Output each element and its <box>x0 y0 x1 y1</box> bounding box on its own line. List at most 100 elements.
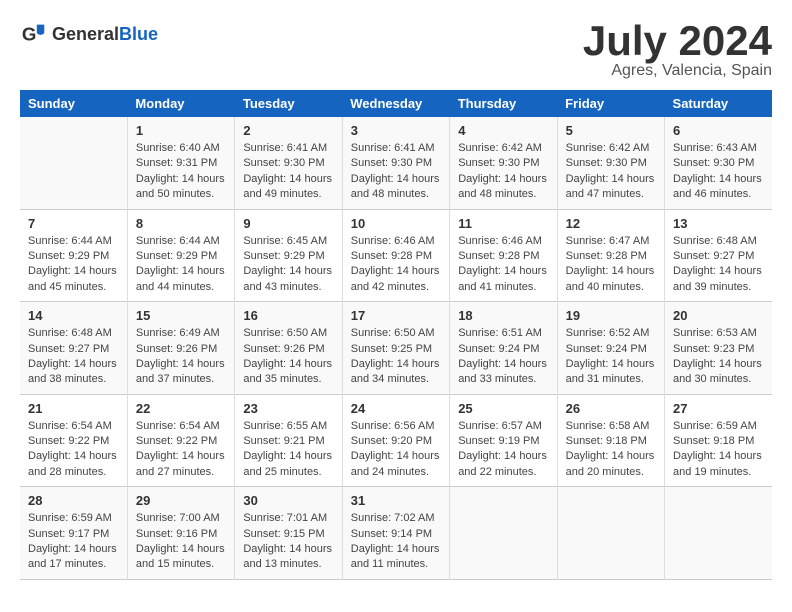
day-number: 30 <box>243 493 333 508</box>
logo-icon: G <box>20 20 48 48</box>
day-info: Sunrise: 7:00 AM Sunset: 9:16 PM Dayligh… <box>136 511 226 573</box>
day-header-monday: Monday <box>127 90 234 117</box>
day-info: Sunrise: 6:47 AM Sunset: 9:28 PM Dayligh… <box>566 234 656 296</box>
header-row: SundayMondayTuesdayWednesdayThursdayFrid… <box>20 90 772 117</box>
calendar-cell: 12 Sunrise: 6:47 AM Sunset: 9:28 PM Dayli… <box>557 209 664 302</box>
calendar-cell: 9 Sunrise: 6:45 AM Sunset: 9:29 PM Daylig… <box>235 209 342 302</box>
day-info: Sunrise: 6:49 AM Sunset: 9:26 PM Dayligh… <box>136 326 226 388</box>
day-info: Sunrise: 7:02 AM Sunset: 9:14 PM Dayligh… <box>351 511 441 573</box>
calendar-cell: 26Sunrise: 6:58 AM Sunset: 9:18 PM Dayli… <box>557 394 664 487</box>
day-info: Sunrise: 6:48 AM Sunset: 9:27 PM Dayligh… <box>28 326 119 388</box>
calendar-cell <box>20 117 127 209</box>
calendar-cell: 20 Sunrise: 6:53 AM Sunset: 9:23 PM Dayli… <box>665 302 772 395</box>
day-number: 22 <box>136 401 226 416</box>
day-number: 21 <box>28 401 119 416</box>
calendar-cell: 15 Sunrise: 6:49 AM Sunset: 9:26 PM Dayli… <box>127 302 234 395</box>
day-info: Sunrise: 6:52 AM Sunset: 9:24 PM Dayligh… <box>566 326 656 388</box>
day-info: Sunrise: 6:40 AM Sunset: 9:31 PM Dayligh… <box>136 141 226 203</box>
day-header-friday: Friday <box>557 90 664 117</box>
day-number: 5 <box>566 123 656 138</box>
day-info: Sunrise: 6:53 AM Sunset: 9:23 PM Dayligh… <box>673 326 764 388</box>
day-info: Sunrise: 6:46 AM Sunset: 9:28 PM Dayligh… <box>458 234 548 296</box>
day-number: 24 <box>351 401 441 416</box>
day-number: 4 <box>458 123 548 138</box>
day-info: Sunrise: 6:42 AM Sunset: 9:30 PM Dayligh… <box>458 141 548 203</box>
calendar-cell: 24Sunrise: 6:56 AM Sunset: 9:20 PM Dayli… <box>342 394 449 487</box>
day-info: Sunrise: 6:41 AM Sunset: 9:30 PM Dayligh… <box>351 141 441 203</box>
day-number: 11 <box>458 216 548 231</box>
day-number: 10 <box>351 216 441 231</box>
day-number: 18 <box>458 308 548 323</box>
day-number: 31 <box>351 493 441 508</box>
day-number: 7 <box>28 216 119 231</box>
day-header-saturday: Saturday <box>665 90 772 117</box>
calendar-cell <box>557 487 664 580</box>
day-number: 23 <box>243 401 333 416</box>
day-number: 8 <box>136 216 226 231</box>
calendar-cell: 28 Sunrise: 6:59 AM Sunset: 9:17 PM Dayli… <box>20 487 127 580</box>
day-number: 12 <box>566 216 656 231</box>
calendar-cell: 16 Sunrise: 6:50 AM Sunset: 9:26 PM Dayli… <box>235 302 342 395</box>
calendar-cell: 18Sunrise: 6:51 AM Sunset: 9:24 PM Dayli… <box>450 302 557 395</box>
calendar-cell: 27 Sunrise: 6:59 AM Sunset: 9:18 PM Dayli… <box>665 394 772 487</box>
day-number: 9 <box>243 216 333 231</box>
location-subtitle: Agres, Valencia, Spain <box>583 62 772 80</box>
logo-general: General <box>52 24 119 44</box>
day-info: Sunrise: 6:44 AM Sunset: 9:29 PM Dayligh… <box>28 234 119 296</box>
calendar-cell: 23Sunrise: 6:55 AM Sunset: 9:21 PM Dayli… <box>235 394 342 487</box>
page-header: G GeneralBlue July 2024 Agres, Valencia,… <box>20 20 772 80</box>
day-info: Sunrise: 6:54 AM Sunset: 9:22 PM Dayligh… <box>28 419 119 481</box>
calendar-cell: 30Sunrise: 7:01 AM Sunset: 9:15 PM Dayli… <box>235 487 342 580</box>
calendar-cell: 31 Sunrise: 7:02 AM Sunset: 9:14 PM Dayli… <box>342 487 449 580</box>
day-info: Sunrise: 6:50 AM Sunset: 9:26 PM Dayligh… <box>243 326 333 388</box>
day-number: 17 <box>351 308 441 323</box>
day-info: Sunrise: 6:43 AM Sunset: 9:30 PM Dayligh… <box>673 141 764 203</box>
calendar-cell: 22Sunrise: 6:54 AM Sunset: 9:22 PM Dayli… <box>127 394 234 487</box>
day-info: Sunrise: 6:41 AM Sunset: 9:30 PM Dayligh… <box>243 141 333 203</box>
day-number: 1 <box>136 123 226 138</box>
calendar-cell: 13 Sunrise: 6:48 AM Sunset: 9:27 PM Dayli… <box>665 209 772 302</box>
calendar-cell: 4 Sunrise: 6:42 AM Sunset: 9:30 PM Daylig… <box>450 117 557 209</box>
calendar-cell: 19 Sunrise: 6:52 AM Sunset: 9:24 PM Dayli… <box>557 302 664 395</box>
week-row: 14 Sunrise: 6:48 AM Sunset: 9:27 PM Dayli… <box>20 302 772 395</box>
day-number: 26 <box>566 401 656 416</box>
calendar-cell <box>450 487 557 580</box>
day-info: Sunrise: 6:50 AM Sunset: 9:25 PM Dayligh… <box>351 326 441 388</box>
day-number: 20 <box>673 308 764 323</box>
day-info: Sunrise: 6:45 AM Sunset: 9:29 PM Dayligh… <box>243 234 333 296</box>
day-number: 19 <box>566 308 656 323</box>
day-number: 14 <box>28 308 119 323</box>
svg-text:G: G <box>22 24 37 45</box>
day-info: Sunrise: 6:57 AM Sunset: 9:19 PM Dayligh… <box>458 419 548 481</box>
day-number: 13 <box>673 216 764 231</box>
day-info: Sunrise: 6:46 AM Sunset: 9:28 PM Dayligh… <box>351 234 441 296</box>
calendar-cell: 8Sunrise: 6:44 AM Sunset: 9:29 PM Daylig… <box>127 209 234 302</box>
day-number: 28 <box>28 493 119 508</box>
day-info: Sunrise: 6:59 AM Sunset: 9:18 PM Dayligh… <box>673 419 764 481</box>
calendar-cell: 1 Sunrise: 6:40 AM Sunset: 9:31 PM Daylig… <box>127 117 234 209</box>
logo-text: GeneralBlue <box>52 24 158 45</box>
day-number: 27 <box>673 401 764 416</box>
day-number: 2 <box>243 123 333 138</box>
week-row: 1 Sunrise: 6:40 AM Sunset: 9:31 PM Daylig… <box>20 117 772 209</box>
calendar-cell: 3 Sunrise: 6:41 AM Sunset: 9:30 PM Daylig… <box>342 117 449 209</box>
day-number: 16 <box>243 308 333 323</box>
day-info: Sunrise: 6:59 AM Sunset: 9:17 PM Dayligh… <box>28 511 119 573</box>
title-area: July 2024 Agres, Valencia, Spain <box>583 20 772 80</box>
day-info: Sunrise: 6:42 AM Sunset: 9:30 PM Dayligh… <box>566 141 656 203</box>
day-number: 6 <box>673 123 764 138</box>
week-row: 7 Sunrise: 6:44 AM Sunset: 9:29 PM Daylig… <box>20 209 772 302</box>
month-year-title: July 2024 <box>583 20 772 62</box>
calendar-cell: 14 Sunrise: 6:48 AM Sunset: 9:27 PM Dayli… <box>20 302 127 395</box>
calendar-cell: 21 Sunrise: 6:54 AM Sunset: 9:22 PM Dayli… <box>20 394 127 487</box>
day-header-tuesday: Tuesday <box>235 90 342 117</box>
day-header-sunday: Sunday <box>20 90 127 117</box>
day-number: 15 <box>136 308 226 323</box>
calendar-cell: 2 Sunrise: 6:41 AM Sunset: 9:30 PM Daylig… <box>235 117 342 209</box>
day-info: Sunrise: 6:48 AM Sunset: 9:27 PM Dayligh… <box>673 234 764 296</box>
calendar-cell: 11 Sunrise: 6:46 AM Sunset: 9:28 PM Dayli… <box>450 209 557 302</box>
calendar-cell: 5 Sunrise: 6:42 AM Sunset: 9:30 PM Daylig… <box>557 117 664 209</box>
day-number: 3 <box>351 123 441 138</box>
calendar-cell <box>665 487 772 580</box>
logo: G GeneralBlue <box>20 20 158 48</box>
